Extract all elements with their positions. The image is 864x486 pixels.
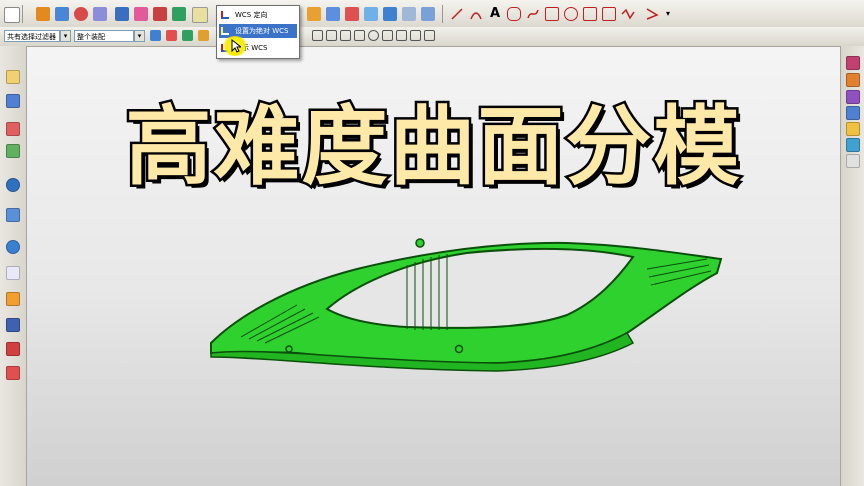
layout-icon[interactable] <box>846 106 860 120</box>
snap-endpoint-icon[interactable] <box>182 30 193 41</box>
snap-intersect-icon[interactable] <box>326 30 337 41</box>
sweep-icon[interactable] <box>345 7 359 21</box>
view-cube-icon[interactable] <box>421 7 435 21</box>
main-toolbar: A ▾ <box>0 0 864 28</box>
select-icon[interactable] <box>166 30 177 41</box>
selection-filter-combo[interactable]: 共有选择过滤器 <box>4 30 60 42</box>
thicken-icon[interactable] <box>364 7 378 21</box>
role-icon[interactable] <box>6 366 20 380</box>
sphere-icon[interactable] <box>74 7 88 21</box>
layer-icon[interactable] <box>583 7 597 21</box>
new-file-icon[interactable] <box>4 7 20 23</box>
constraint-icon[interactable] <box>6 94 20 108</box>
snap-midpoint-icon[interactable] <box>198 30 209 41</box>
analysis-icon[interactable] <box>602 7 616 21</box>
reuse-library-icon[interactable] <box>6 178 20 192</box>
sketch-icon[interactable] <box>55 7 69 21</box>
video-title-overlay: 高难度曲面分模 <box>123 97 742 197</box>
snap-icon[interactable] <box>545 7 559 21</box>
standard-part-icon[interactable] <box>846 154 860 168</box>
snap-center-icon[interactable] <box>312 30 323 41</box>
snap-tangent-icon[interactable] <box>424 30 435 41</box>
manufacturing-wizard-icon[interactable] <box>6 342 20 356</box>
revolve-icon[interactable] <box>153 7 167 21</box>
snap-quadrant-icon[interactable] <box>410 30 421 41</box>
expand-icon[interactable]: ▾ <box>666 9 674 19</box>
snap-point-icon[interactable] <box>340 30 351 41</box>
toolbar-separator <box>22 5 23 23</box>
parting-icon[interactable] <box>846 73 860 87</box>
text-icon[interactable]: A <box>488 7 502 21</box>
filter-icon[interactable] <box>150 30 161 41</box>
mouse-pointer-icon <box>231 39 241 53</box>
offset-icon[interactable] <box>383 7 397 21</box>
part-navigator-icon[interactable] <box>6 122 20 136</box>
wcs-orient-icon <box>221 11 229 19</box>
cavity-icon[interactable] <box>846 90 860 104</box>
resource-bar-right <box>840 46 864 486</box>
mold-wizard-icon[interactable] <box>846 56 860 70</box>
snap-quadrant-icon[interactable] <box>354 30 365 41</box>
family-icon[interactable] <box>846 122 860 136</box>
point-icon[interactable] <box>172 7 186 21</box>
system-materials-icon[interactable] <box>6 292 20 306</box>
snap-point-icon[interactable] <box>396 30 407 41</box>
dimension-icon[interactable] <box>507 7 521 21</box>
snap-tangent-icon[interactable] <box>368 30 379 41</box>
assembly-scope-combo[interactable]: 整个装配 <box>74 30 134 42</box>
history-palette-icon[interactable] <box>6 266 20 280</box>
arc-icon[interactable] <box>469 7 483 21</box>
chevron-down-icon[interactable]: ▾ <box>60 30 71 42</box>
process-studio-icon[interactable] <box>6 318 20 332</box>
library-icon[interactable] <box>846 138 860 152</box>
resource-bar-left <box>0 46 27 486</box>
chevron-down-icon[interactable]: ▾ <box>134 30 145 42</box>
pattern-icon[interactable] <box>621 7 635 21</box>
surface-icon[interactable] <box>307 7 321 21</box>
edge-blend-icon[interactable] <box>134 7 148 21</box>
measure-icon[interactable] <box>564 7 578 21</box>
snap-center-icon[interactable] <box>382 30 393 41</box>
toolbar-separator <box>442 5 443 23</box>
roles-icon[interactable] <box>6 208 20 222</box>
cube-icon[interactable] <box>36 7 50 21</box>
graphics-window[interactable]: 高难度曲面分模 <box>27 47 840 486</box>
extrude-icon[interactable] <box>115 7 129 21</box>
history-icon[interactable] <box>6 144 20 158</box>
display-icon[interactable] <box>645 7 659 21</box>
menu-item-wcs-orient[interactable]: WCS 定向 <box>219 8 297 22</box>
shell-icon[interactable] <box>93 7 107 21</box>
datum-icon[interactable] <box>192 7 208 23</box>
absolute-wcs-icon <box>221 27 229 35</box>
line-icon[interactable] <box>450 7 464 21</box>
assembly-navigator-icon[interactable] <box>6 70 20 84</box>
curve-icon[interactable] <box>526 7 540 21</box>
web-browser-icon[interactable] <box>6 240 20 254</box>
trim-icon[interactable] <box>402 7 416 21</box>
mesh-icon[interactable] <box>326 7 340 21</box>
